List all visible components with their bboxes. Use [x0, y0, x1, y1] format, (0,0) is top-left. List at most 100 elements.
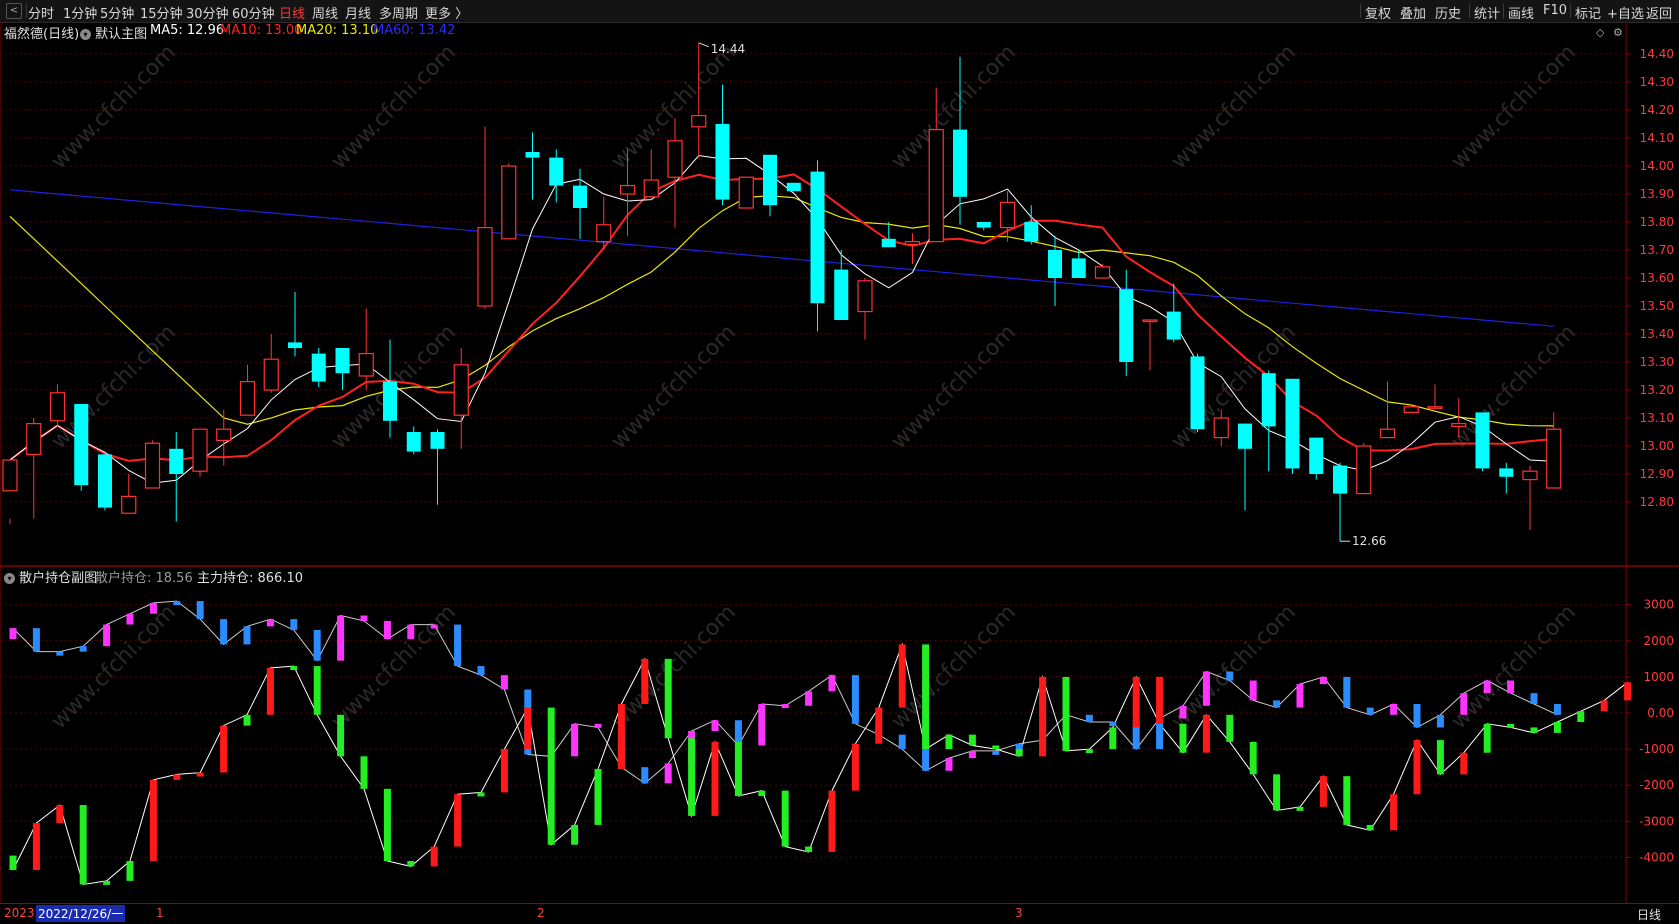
retail-bar: [1553, 703, 1561, 715]
retail-bar: [1202, 671, 1210, 706]
main-bar: [758, 790, 766, 797]
main-bar: [1156, 676, 1164, 724]
watermark-text: www.cfchi.com: [47, 320, 181, 454]
period-tab-daily[interactable]: 日线: [279, 3, 305, 22]
main-bar: [313, 666, 321, 715]
draw-line-button[interactable]: 画线: [1508, 3, 1534, 22]
price-tick-label: 13.00: [1640, 439, 1674, 453]
retail-bar: [337, 615, 345, 661]
candle-body-up: [453, 364, 469, 416]
period-tab-30min[interactable]: 30分钟: [186, 3, 229, 22]
watermark-text: www.cfchi.com: [327, 600, 461, 734]
candle-body-up: [121, 495, 137, 514]
retail-bar: [1460, 693, 1468, 715]
candle-body-down: [169, 448, 184, 474]
main-bar: [430, 846, 438, 867]
main-bar: [875, 707, 883, 744]
retail-bar: [664, 763, 672, 784]
overlay-button[interactable]: 叠加: [1400, 3, 1426, 22]
candle-body-down: [98, 454, 112, 508]
candle-body-up: [928, 129, 944, 243]
main-bar: [477, 792, 485, 797]
candle-body-down: [953, 129, 967, 197]
retail-bar: [1296, 684, 1304, 708]
retail-bar: [79, 646, 87, 652]
main-bar: [1366, 824, 1374, 831]
retail-bar: [407, 624, 415, 639]
candle-body-down: [430, 432, 445, 449]
price-tick-label: 14.40: [1640, 47, 1674, 61]
statistics-button[interactable]: 统计: [1474, 3, 1500, 22]
candle-body-up: [239, 381, 256, 416]
retail-bar: [1436, 714, 1444, 728]
retail-bar: [56, 651, 64, 656]
period-tab-1min[interactable]: 1分钟: [63, 3, 97, 22]
main-bar: [1109, 727, 1117, 750]
period-tab-timeshare[interactable]: 分时: [28, 3, 54, 22]
period-tab-monthly[interactable]: 月线: [345, 3, 371, 22]
mark-button[interactable]: 标记: [1575, 3, 1601, 22]
sub-tick-label: 3000: [1643, 598, 1674, 612]
ma5-polyline: [9, 154, 1554, 484]
main-bar: [1530, 727, 1538, 733]
main-bar: [1085, 749, 1093, 754]
retail-bar: [945, 758, 953, 771]
period-tab-more[interactable]: 更多 〉: [425, 3, 468, 22]
main-bar: [594, 768, 602, 825]
period-tab-weekly[interactable]: 周线: [312, 3, 338, 22]
period-tab-60min[interactable]: 60分钟: [232, 3, 275, 22]
retail-bar: [758, 703, 766, 746]
price-axis: 14.40 14.30 14.20 14.10 14.00 13.90 13.80 13.70…: [1596, 26, 1674, 864]
candle-body-down: [786, 182, 801, 192]
candle-body-down: [288, 342, 302, 348]
price-tick-label: 13.20: [1640, 383, 1674, 397]
restore-rights-button[interactable]: 复权: [1365, 3, 1391, 22]
main-bar: [1226, 714, 1234, 742]
retail-bar: [313, 629, 321, 661]
retail-bar: [1319, 676, 1327, 685]
retail-bar: [500, 675, 508, 690]
candle-body-up: [1213, 417, 1229, 439]
main-bar: [79, 805, 87, 885]
candle-body-up: [263, 358, 279, 391]
watermark-text: www.cfchi.com: [607, 600, 741, 734]
retail-bar: [477, 666, 485, 676]
candle-body-up: [1356, 445, 1372, 495]
retail-bar: [734, 720, 742, 746]
period-tab-15min[interactable]: 15分钟: [140, 3, 183, 22]
main-bar: [56, 805, 64, 824]
period-tab-multi[interactable]: 多周期: [379, 3, 418, 22]
watermark-text: www.cfchi.com: [1167, 600, 1301, 734]
watermark-text: www.cfchi.com: [327, 40, 461, 174]
retail-bar: [243, 626, 251, 645]
retail-bar: [1507, 680, 1515, 694]
main-bar: [220, 725, 228, 773]
history-button[interactable]: 历史: [1435, 3, 1461, 22]
return-button[interactable]: 返回: [1646, 3, 1672, 22]
main-bar: [149, 779, 157, 862]
main-bar: [1319, 776, 1327, 807]
chart-canvas[interactable]: www.cfchi.com www.cfchi.com www.cfchi.com w…: [0, 22, 1679, 903]
main-bar: [781, 790, 789, 847]
main-bar: [103, 880, 111, 885]
retail-bar: [290, 619, 298, 630]
main-bar: [360, 756, 368, 789]
retail-bar: [1343, 676, 1351, 708]
f10-button[interactable]: F10: [1543, 3, 1567, 18]
main-bar: [1273, 774, 1281, 811]
main-bar: [1600, 700, 1608, 712]
retail-bar: [103, 624, 111, 647]
main-bar: [383, 788, 391, 862]
candle-body-up: [1451, 423, 1467, 428]
period-tab-5min[interactable]: 5分钟: [100, 3, 134, 22]
candle-body-up: [857, 280, 873, 313]
candle-body-down: [549, 157, 564, 186]
back-arrow-icon[interactable]: <: [6, 3, 22, 19]
retail-bar: [430, 624, 438, 629]
retail-bar: [594, 723, 602, 728]
candle-body-down: [1190, 356, 1205, 430]
candle-body-up: [1403, 406, 1419, 413]
add-watchlist-button[interactable]: +自选: [1607, 3, 1644, 22]
high-marker-label: 14.44: [711, 42, 745, 56]
month-mark: 3: [1015, 906, 1023, 920]
